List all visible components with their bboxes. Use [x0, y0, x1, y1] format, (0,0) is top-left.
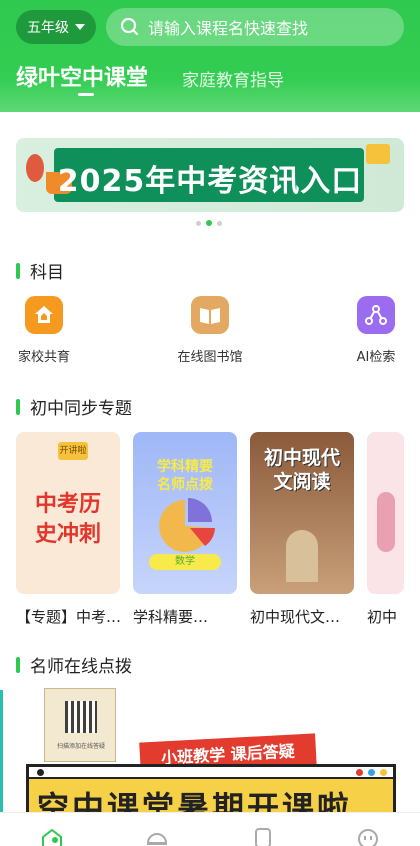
home-school-icon [25, 296, 63, 334]
section-marker [16, 262, 20, 279]
banner[interactable]: 2025年中考资讯入口 [16, 138, 404, 212]
card-tag: 开讲啦 [58, 442, 88, 460]
section-marker [16, 656, 20, 673]
header: 五年级 请输入课程名快速查找 绿叶空中课堂 家庭教育指导 [0, 0, 420, 112]
profile-icon[interactable] [356, 827, 380, 846]
qr-caption: 扫描添加在线答疑 [56, 743, 105, 750]
helmet-icon[interactable] [145, 827, 169, 846]
pie-chart-icon [159, 498, 215, 552]
topic-card-history[interactable]: 开讲啦 中考历史冲刺 [16, 432, 120, 594]
chevron-down-icon [75, 24, 85, 30]
tab-sky-classroom[interactable]: 绿叶空中课堂 [16, 60, 148, 92]
grade-selector[interactable]: 五年级 [16, 10, 96, 44]
topic-card-partial[interactable] [367, 432, 404, 594]
decoration-icon [37, 769, 44, 776]
search-icon [120, 17, 139, 36]
teacher-promo-banner[interactable]: 扫描添加在线答疑 小班教学 课后答疑 空中课堂暑期开课啦 [0, 686, 420, 816]
subject-home-school[interactable]: 家校共育 [4, 296, 84, 365]
card-subject-tag: 数学 [149, 554, 221, 570]
home-icon[interactable] [40, 827, 64, 846]
carousel-dot [196, 220, 201, 226]
qr-code-icon [65, 701, 97, 733]
subject-label: AI检索 [356, 350, 396, 365]
card-label: 学科精要… [133, 608, 209, 626]
board-strip [29, 767, 393, 779]
card-art-text: 学科精要 名师点拨 [157, 459, 213, 493]
search-placeholder: 请输入课程名快速查找 [148, 19, 309, 38]
carousel-dot-active [206, 220, 212, 226]
qr-card: 扫描添加在线答疑 [44, 688, 116, 762]
card-art-text: 中考历史冲刺 [34, 492, 101, 547]
subject-label: 家校共育 [17, 350, 70, 365]
document-icon[interactable] [251, 827, 275, 846]
subject-online-library[interactable]: 在线图书馆 [170, 296, 250, 365]
banner-text: 2025年中考资讯入口 [57, 164, 363, 199]
decoration-icon [380, 769, 387, 776]
tab-active-indicator [78, 93, 94, 96]
card-label: 初中 [367, 608, 398, 626]
decoration-icon [377, 492, 395, 552]
carousel-dot [217, 220, 222, 226]
decoration-icon [356, 769, 363, 776]
card-label: 【专题】中考… [16, 608, 122, 626]
subject-label: 在线图书馆 [177, 350, 243, 365]
section-teacher-online: 名师在线点拨 [16, 652, 132, 677]
decoration-bar [0, 690, 3, 816]
bottom-nav [0, 812, 420, 846]
tab-family-education[interactable]: 家庭教育指导 [182, 66, 284, 91]
ai-search-icon [357, 296, 395, 334]
section-sync-topics: 初中同步专题 [16, 394, 132, 419]
section-subjects: 科目 [16, 258, 64, 283]
section-title: 科目 [30, 263, 64, 283]
carousel-indicator [196, 220, 222, 226]
book-icon [191, 296, 229, 334]
promo-board: 空中课堂暑期开课啦 [26, 764, 396, 816]
search-input[interactable]: 请输入课程名快速查找 [106, 8, 404, 46]
subject-ai-search[interactable]: AI检索 [336, 296, 416, 365]
section-title: 名师在线点拨 [30, 657, 132, 677]
section-marker [16, 398, 20, 415]
section-title: 初中同步专题 [30, 399, 132, 419]
topic-card-reading[interactable]: 初中现代文阅读 [250, 432, 354, 594]
card-label: 初中现代文… [250, 608, 341, 626]
topic-card-subject[interactable]: 学科精要 名师点拨 数学 [133, 432, 237, 594]
decoration-icon [368, 769, 375, 776]
bookshelf-icon [286, 530, 318, 582]
grade-label: 五年级 [27, 20, 69, 36]
card-art-text: 初中现代文阅读 [264, 447, 341, 493]
